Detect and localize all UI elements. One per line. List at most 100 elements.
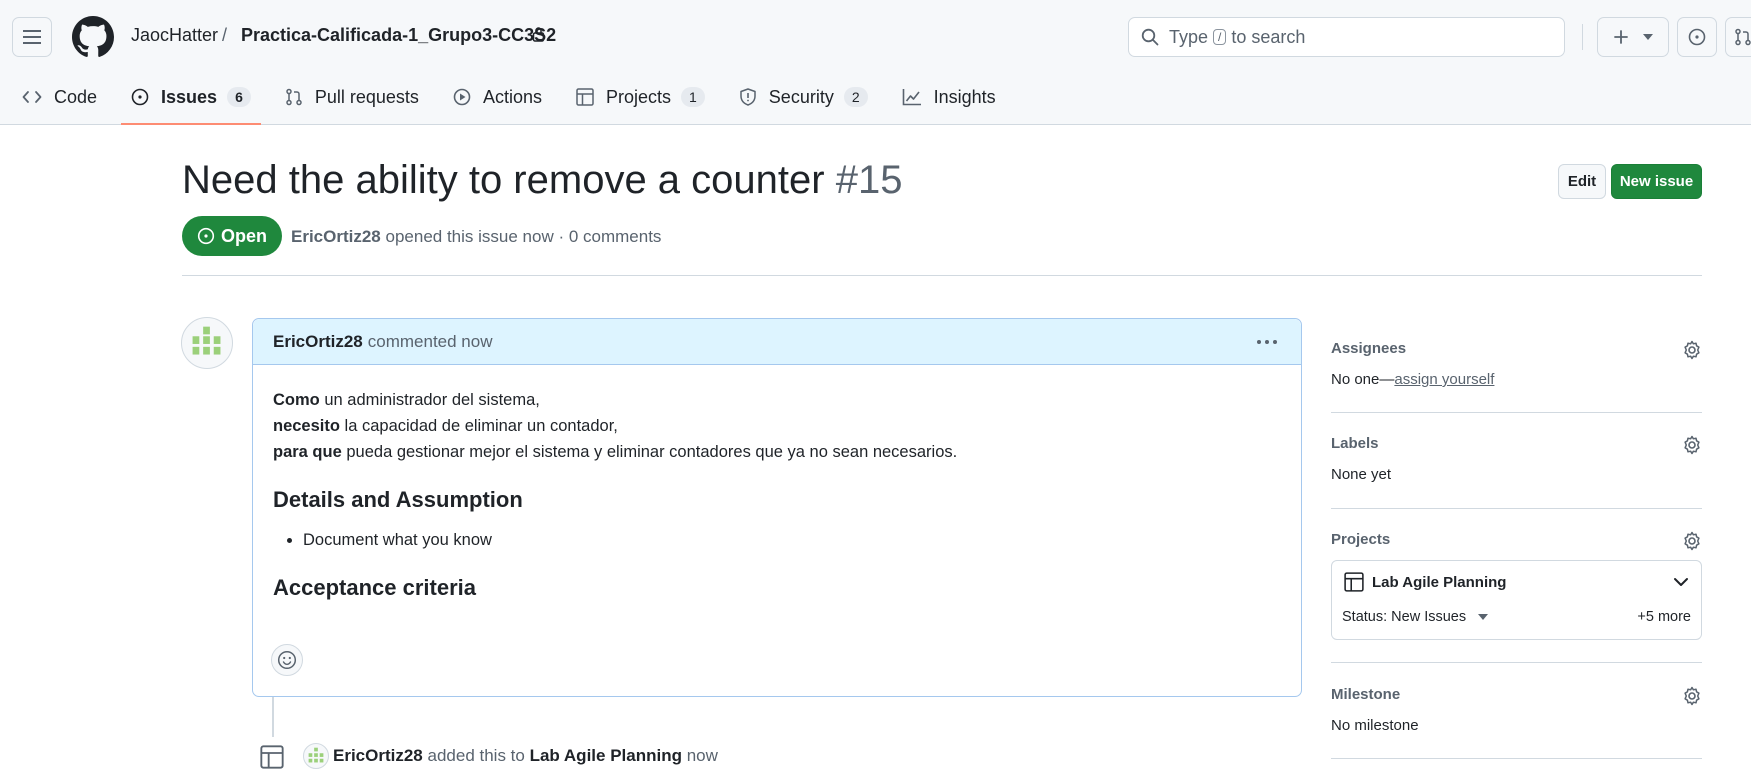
tab-label: Security — [768, 86, 834, 107]
timeline-event: EricOrtiz28 added this to Lab Agile Plan… — [333, 746, 718, 766]
sidebar-labels: Labels None yet — [1331, 435, 1702, 483]
search-placeholder-suffix: to search — [1231, 26, 1306, 47]
git-pull-request-icon — [1735, 28, 1751, 46]
assignees-none-text: No one— — [1331, 371, 1395, 388]
sidebar-heading[interactable]: Labels — [1331, 435, 1702, 452]
code-icon — [22, 91, 42, 103]
timeline-connector — [272, 697, 274, 737]
tab-counter: 6 — [227, 87, 251, 107]
body-heading: Details and Assumption — [273, 487, 523, 512]
git-pull-request-icon — [286, 88, 302, 106]
sidebar-heading[interactable]: Assignees — [1331, 340, 1702, 357]
sidebar-heading[interactable]: Milestone — [1331, 686, 1702, 703]
project-status-label: Status: New Issues — [1342, 609, 1467, 625]
project-name-link[interactable]: Lab Agile Planning — [1372, 574, 1506, 591]
triangle-down-icon — [1478, 614, 1489, 620]
issue-title: Need the ability to remove a counter #15 — [182, 158, 902, 203]
sidebar-projects: Projects Lab Agile Planning Status: New … — [1331, 531, 1702, 640]
body-line: para que pueda gestionar mejor el sistem… — [273, 439, 1281, 465]
graph-icon — [902, 89, 921, 106]
gear-icon[interactable] — [1682, 340, 1702, 360]
divider — [1331, 662, 1702, 663]
body-line-text: la capacidad de eliminar un contador, — [339, 417, 618, 435]
tab-issues[interactable]: Issues 6 — [119, 78, 263, 125]
issue-opened-icon — [131, 88, 149, 106]
sidebar-heading[interactable]: Projects — [1331, 531, 1702, 548]
issue-opened-icon — [1688, 28, 1706, 46]
play-icon — [453, 88, 471, 106]
breadcrumb-separator: / — [222, 25, 228, 45]
comment-author-link[interactable]: EricOrtiz28 — [273, 332, 363, 352]
divider — [1331, 508, 1702, 509]
event-time: now — [686, 746, 718, 765]
new-issue-button[interactable]: New issue — [1611, 164, 1702, 199]
event-action: added this to — [427, 746, 525, 765]
menu-button[interactable] — [12, 17, 52, 57]
assign-yourself-link[interactable]: assign yourself — [1394, 371, 1494, 388]
breadcrumb-repo[interactable]: Practica-Calificada-1_Grupo3-CC3S2 — [241, 25, 556, 46]
project-more-fields[interactable]: +5 more — [1637, 609, 1691, 625]
smiley-icon — [277, 650, 297, 670]
issue-comment: EricOrtiz28 commented now Como un admini… — [252, 318, 1302, 697]
body-line-bold: para que — [273, 443, 342, 461]
sidebar-value: No one—assign yourself — [1331, 371, 1702, 388]
tab-label: Insights — [933, 86, 996, 107]
kebab-horizontal-icon[interactable] — [1255, 330, 1279, 354]
tab-label: Issues — [161, 86, 218, 107]
edit-button[interactable]: Edit — [1558, 164, 1606, 199]
tab-actions[interactable]: Actions — [441, 78, 554, 116]
hamburger-icon — [23, 30, 41, 44]
avatar[interactable] — [303, 743, 329, 769]
issue-meta: EricOrtiz28 opened this issue now · 0 co… — [291, 227, 661, 247]
body-heading: Acceptance criteria — [273, 575, 476, 600]
project-status-dropdown[interactable]: Status: New Issues — [1342, 609, 1489, 625]
sidebar-assignees: Assignees No one—assign yourself — [1331, 340, 1702, 388]
table-icon — [1344, 572, 1364, 592]
comment-header: EricOrtiz28 commented now — [253, 319, 1301, 365]
tab-pull-requests[interactable]: Pull requests — [273, 78, 431, 116]
event-author-link[interactable]: EricOrtiz28 — [333, 746, 423, 765]
issue-meta-text: opened this issue now · 0 comments — [385, 227, 662, 246]
repo-nav-tabs: Code Issues 6 Pull requests Actions Proj… — [0, 78, 1008, 125]
divider — [182, 275, 1702, 276]
comment-body: Como un administrador del sistema, neces… — [253, 365, 1301, 637]
github-logo-icon[interactable] — [72, 16, 114, 58]
tab-counter: 2 — [843, 87, 868, 107]
project-card: Lab Agile Planning Status: New Issues +5… — [1331, 560, 1702, 640]
search-input[interactable]: Type / to search — [1128, 17, 1565, 57]
gear-icon[interactable] — [1682, 531, 1702, 551]
body-line: Como un administrador del sistema, — [273, 387, 1281, 413]
create-new-button[interactable] — [1597, 17, 1669, 57]
list-item: Document what you know — [303, 527, 1281, 553]
avatar[interactable] — [181, 317, 233, 369]
your-pull-requests-button[interactable] — [1725, 17, 1751, 57]
tab-insights[interactable]: Insights — [890, 78, 1008, 116]
body-line-bold: Como — [273, 391, 320, 409]
shield-icon — [740, 88, 756, 106]
tab-security[interactable]: Security 2 — [727, 78, 880, 116]
plus-icon — [1614, 30, 1628, 44]
divider — [1331, 758, 1702, 759]
chevron-down-icon[interactable] — [1673, 576, 1689, 588]
tab-counter: 1 — [681, 87, 705, 107]
body-line-text: un administrador del sistema, — [319, 391, 540, 409]
body-line: necesito la capacidad de eliminar un con… — [273, 413, 1281, 439]
your-issues-button[interactable] — [1677, 17, 1717, 57]
gear-icon[interactable] — [1682, 686, 1702, 706]
tab-code[interactable]: Code — [10, 78, 109, 116]
table-icon — [576, 88, 594, 106]
header-divider — [1582, 24, 1583, 50]
issue-opened-icon — [197, 227, 215, 245]
issue-author-link[interactable]: EricOrtiz28 — [291, 227, 381, 246]
lock-icon — [532, 27, 545, 42]
tab-label: Projects — [605, 86, 671, 107]
add-reaction-button[interactable] — [271, 644, 303, 676]
breadcrumb-owner[interactable]: JaocHatter — [131, 25, 218, 46]
tab-projects[interactable]: Projects 1 — [564, 78, 717, 116]
issue-number: #15 — [835, 158, 903, 202]
body-list: Document what you know — [303, 527, 1281, 553]
tab-label: Pull requests — [314, 86, 419, 107]
event-project-link[interactable]: Lab Agile Planning — [530, 746, 682, 765]
gear-icon[interactable] — [1682, 435, 1702, 455]
sidebar-value: No milestone — [1331, 717, 1419, 734]
